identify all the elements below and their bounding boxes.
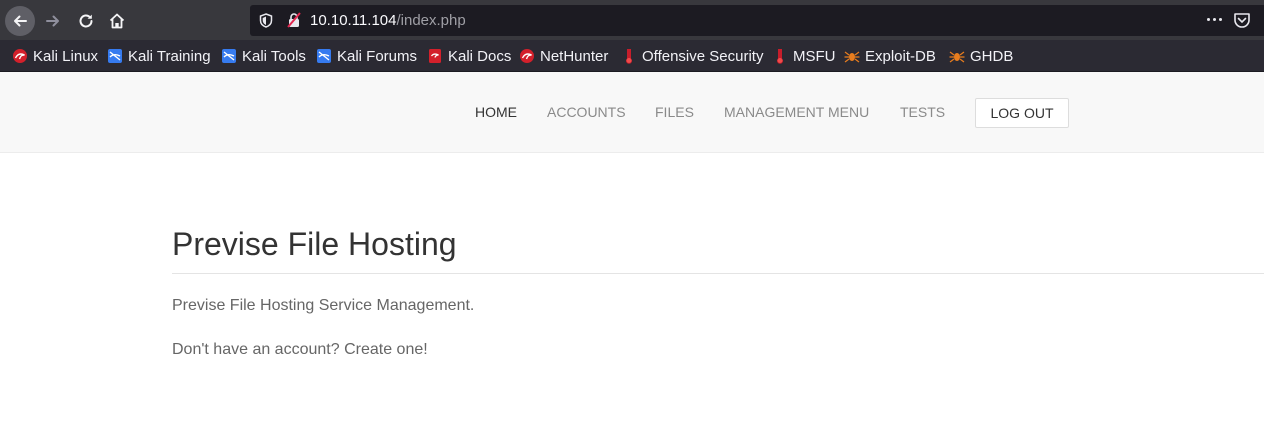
bookmark-ghdb[interactable]: GHDB: [949, 47, 1013, 65]
page-actions-menu-icon[interactable]: [1207, 18, 1222, 21]
kali-dragon-icon: [13, 49, 27, 63]
arrow-right-icon: [46, 15, 59, 27]
service-description: Previse File Hosting Service Management.: [172, 297, 475, 314]
back-button[interactable]: [5, 6, 35, 36]
bookmark-kali-linux[interactable]: Kali Linux: [12, 47, 98, 65]
nav-files[interactable]: FILES: [655, 104, 694, 120]
logout-button[interactable]: LOG OUT: [975, 98, 1069, 128]
url-host: 10.10.11.104: [310, 12, 397, 29]
bookmark-label: Kali Docs: [448, 47, 512, 65]
title-divider: [172, 273, 1264, 274]
tracking-shield-icon[interactable]: [259, 13, 273, 28]
home-icon: [109, 13, 125, 29]
bookmark-label: Offensive Security: [642, 47, 764, 65]
exploit-db-icon: [844, 51, 860, 63]
bookmark-label: Kali Training: [128, 47, 211, 65]
nav-accounts[interactable]: ACCOUNTS: [547, 104, 626, 120]
bookmark-kali-tools[interactable]: Kali Tools: [221, 47, 306, 65]
arrow-left-icon: [14, 15, 27, 27]
msfu-icon: [777, 49, 783, 64]
pocket-icon[interactable]: [1233, 12, 1251, 29]
offsec-icon: [626, 49, 632, 64]
reload-icon: [79, 14, 93, 28]
bookmark-msfu[interactable]: MSFU: [772, 47, 836, 65]
bookmark-label: Kali Forums: [337, 47, 418, 65]
bookmark-offensive-security[interactable]: Offensive Security: [621, 47, 763, 65]
browser-toolbar: 10.10.11.104/index.php: [0, 0, 1264, 40]
bookmark-label: NetHunter: [540, 47, 609, 65]
bookmark-label: Kali Linux: [33, 47, 99, 65]
bookmark-kali-forums[interactable]: Kali Forums: [316, 47, 417, 65]
bookmark-kali-docs[interactable]: Kali Docs: [427, 47, 511, 65]
signup-prompt: Don't have an account? Create one!: [172, 341, 428, 359]
kali-forums-icon: [317, 49, 331, 63]
nav-management-menu[interactable]: MANAGEMENT MENU: [724, 104, 869, 120]
bookmark-exploit-db[interactable]: Exploit-DB: [844, 47, 936, 65]
bookmark-label: Exploit-DB: [865, 47, 936, 65]
nav-tests[interactable]: TESTS: [900, 104, 945, 120]
nav-home[interactable]: HOME: [475, 104, 517, 120]
bookmark-kali-training[interactable]: Kali Training: [107, 47, 211, 65]
insecure-lock-icon[interactable]: [286, 12, 302, 28]
bookmarks-toolbar: Kali Linux Kali Training Kali Tools Kali…: [0, 40, 1264, 72]
address-bar[interactable]: 10.10.11.104/index.php: [250, 5, 1264, 36]
bookmark-nethunter[interactable]: NetHunter: [519, 47, 608, 65]
forward-button[interactable]: [38, 6, 68, 36]
ghdb-icon: [949, 51, 965, 63]
url-path: /index.php: [396, 12, 466, 29]
nethunter-icon: [520, 49, 534, 63]
bookmark-label: MSFU: [793, 47, 836, 65]
site-navbar: HOME ACCOUNTS FILES MANAGEMENT MENU TEST…: [0, 72, 1264, 153]
url-text[interactable]: 10.10.11.104/index.php: [310, 12, 466, 29]
signup-prompt-text: Don't have an account?: [172, 341, 340, 358]
page-title: Previse File Hosting: [172, 226, 457, 262]
bookmark-label: Kali Tools: [242, 47, 306, 65]
kali-tools-icon: [222, 49, 236, 63]
reload-button[interactable]: [71, 6, 101, 36]
kali-docs-icon: [429, 49, 441, 63]
bookmark-label: GHDB: [970, 47, 1014, 65]
kali-training-icon: [108, 49, 122, 63]
home-button[interactable]: [102, 6, 132, 36]
create-account-link[interactable]: Create one!: [344, 341, 428, 358]
